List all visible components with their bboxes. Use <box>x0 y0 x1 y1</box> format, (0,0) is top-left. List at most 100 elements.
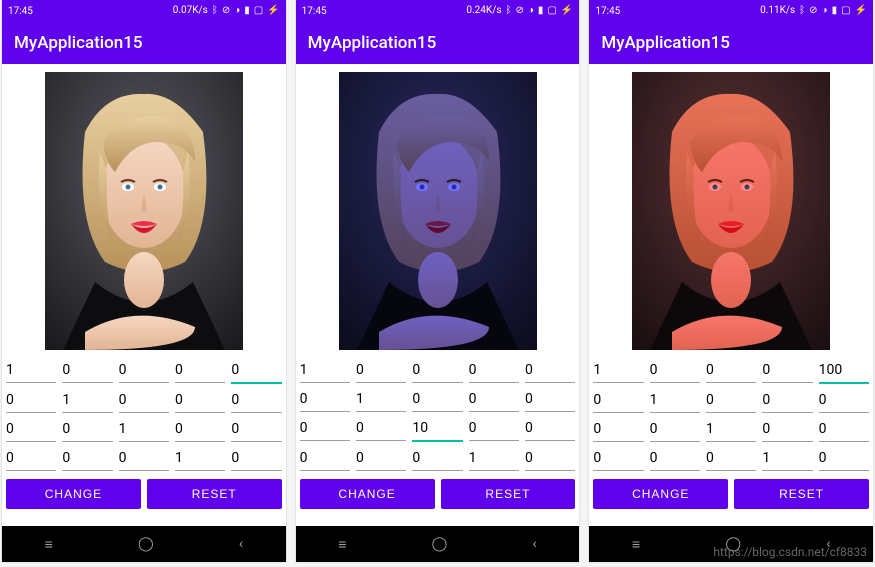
matrix-input[interactable] <box>469 385 519 412</box>
matrix-input[interactable] <box>525 385 575 412</box>
charge-icon: ⚡ <box>561 6 573 16</box>
matrix-input[interactable] <box>593 386 643 413</box>
matrix-input[interactable] <box>469 444 519 471</box>
color-matrix <box>2 356 286 473</box>
matrix-input[interactable] <box>62 356 112 383</box>
matrix-input[interactable] <box>593 415 643 442</box>
matrix-cell <box>412 414 462 442</box>
matrix-input[interactable] <box>819 356 869 384</box>
matrix-input[interactable] <box>6 415 56 442</box>
matrix-input[interactable] <box>706 444 756 471</box>
matrix-input[interactable] <box>119 356 169 383</box>
reset-button[interactable]: RESET <box>147 479 282 509</box>
back-icon[interactable]: ‹ <box>826 536 830 552</box>
matrix-input[interactable] <box>762 356 812 383</box>
matrix-input[interactable] <box>706 386 756 413</box>
matrix-cell <box>593 386 643 413</box>
app-title: MyApplication15 <box>601 33 730 53</box>
matrix-input[interactable] <box>6 444 56 471</box>
matrix-cell <box>175 386 225 413</box>
menu-icon[interactable]: ≡ <box>45 536 53 553</box>
matrix-cell <box>650 356 700 384</box>
matrix-input[interactable] <box>525 444 575 471</box>
back-icon[interactable]: ‹ <box>533 536 537 552</box>
matrix-input[interactable] <box>593 356 643 383</box>
battery-icon: ▢ <box>841 6 850 16</box>
matrix-input[interactable] <box>525 414 575 441</box>
status-bar: 17:450.07K/sᛒ⊘◑▮▢⚡ <box>2 0 286 22</box>
menu-icon[interactable]: ≡ <box>338 536 346 553</box>
matrix-input[interactable] <box>62 386 112 413</box>
matrix-input[interactable] <box>819 415 869 442</box>
matrix-input[interactable] <box>469 356 519 383</box>
matrix-input[interactable] <box>119 415 169 442</box>
status-net: 0.07K/s <box>173 6 208 16</box>
matrix-input[interactable] <box>6 356 56 383</box>
matrix-input[interactable] <box>412 444 462 471</box>
matrix-input[interactable] <box>175 386 225 413</box>
matrix-cell <box>469 385 519 412</box>
menu-icon[interactable]: ≡ <box>632 536 640 553</box>
navigation-bar: ≡ ◯ ‹ <box>589 526 873 562</box>
matrix-input[interactable] <box>412 356 462 383</box>
matrix-input[interactable] <box>525 356 575 383</box>
matrix-input[interactable] <box>412 414 462 442</box>
matrix-cell <box>762 386 812 413</box>
matrix-cell <box>231 415 281 442</box>
matrix-input[interactable] <box>412 385 462 412</box>
matrix-input[interactable] <box>231 356 281 384</box>
matrix-input[interactable] <box>119 386 169 413</box>
matrix-input[interactable] <box>300 356 350 383</box>
matrix-input[interactable] <box>650 444 700 471</box>
matrix-input[interactable] <box>300 444 350 471</box>
matrix-input[interactable] <box>762 386 812 413</box>
back-icon[interactable]: ‹ <box>239 536 243 552</box>
matrix-input[interactable] <box>175 415 225 442</box>
matrix-input[interactable] <box>650 386 700 413</box>
matrix-input[interactable] <box>62 415 112 442</box>
change-button[interactable]: CHANGE <box>593 479 728 509</box>
circle-icon[interactable]: ◯ <box>725 536 741 552</box>
matrix-input[interactable] <box>231 415 281 442</box>
app-bar: MyApplication15 <box>296 22 580 64</box>
matrix-row <box>593 444 869 471</box>
matrix-input[interactable] <box>706 415 756 442</box>
circle-icon[interactable]: ◯ <box>138 536 154 552</box>
matrix-input[interactable] <box>175 444 225 471</box>
reset-button[interactable]: RESET <box>441 479 576 509</box>
change-button[interactable]: CHANGE <box>300 479 435 509</box>
matrix-input[interactable] <box>231 444 281 471</box>
matrix-input[interactable] <box>6 386 56 413</box>
matrix-input[interactable] <box>593 444 643 471</box>
matrix-input[interactable] <box>762 444 812 471</box>
matrix-input[interactable] <box>819 444 869 471</box>
reset-button[interactable]: RESET <box>734 479 869 509</box>
circle-icon[interactable]: ◯ <box>432 536 448 552</box>
matrix-input[interactable] <box>356 444 406 471</box>
matrix-input[interactable] <box>356 414 406 441</box>
matrix-input[interactable] <box>762 415 812 442</box>
change-button[interactable]: CHANGE <box>6 479 141 509</box>
matrix-cell <box>412 356 462 383</box>
phone-screen: 17:450.07K/sᛒ⊘◑▮▢⚡ MyApplication15 <box>2 0 286 562</box>
matrix-input[interactable] <box>650 415 700 442</box>
image-container <box>2 64 286 356</box>
matrix-input[interactable] <box>119 444 169 471</box>
matrix-input[interactable] <box>300 414 350 441</box>
matrix-input[interactable] <box>231 386 281 413</box>
wifi-icon: ◑ <box>528 6 534 16</box>
app-title: MyApplication15 <box>14 33 143 53</box>
matrix-input[interactable] <box>356 356 406 383</box>
matrix-input[interactable] <box>706 356 756 383</box>
matrix-input[interactable] <box>300 385 350 412</box>
matrix-input[interactable] <box>175 356 225 383</box>
matrix-input[interactable] <box>62 444 112 471</box>
matrix-cell <box>593 356 643 384</box>
matrix-input[interactable] <box>469 414 519 441</box>
matrix-input[interactable] <box>650 356 700 383</box>
button-row: CHANGERESET <box>296 473 580 513</box>
matrix-cell <box>119 415 169 442</box>
matrix-input[interactable] <box>819 386 869 413</box>
matrix-cell <box>356 444 406 471</box>
matrix-input[interactable] <box>356 385 406 412</box>
